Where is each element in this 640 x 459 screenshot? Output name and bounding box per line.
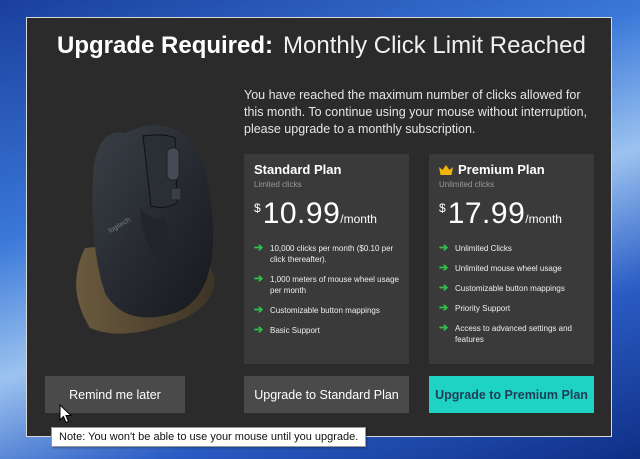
dialog-title: Upgrade Required: Monthly Click Limit Rea… xyxy=(57,32,586,60)
premium-feature-list: ➔ Unlimited Clicks ➔ Unlimited mouse wheel… xyxy=(439,243,584,345)
standard-feature-list: ➔ 10,000 clicks per month ($0.10 per clic… xyxy=(254,243,399,336)
list-item: ➔ 1,000 meters of mouse wheel usage per m… xyxy=(254,273,399,296)
upgrade-standard-button[interactable]: Upgrade to Standard Plan xyxy=(244,376,409,413)
premium-price-amount: 17.99 xyxy=(447,197,526,230)
premium-plan-name: Premium Plan xyxy=(458,162,545,177)
premium-currency: $ xyxy=(439,201,446,215)
list-item: ➔ Priority Support xyxy=(439,302,511,314)
list-item: ➔ Unlimited Clicks xyxy=(439,242,512,254)
standard-price-amount: 10.99 xyxy=(262,197,341,230)
list-item: ➔ Access to advanced settings and feature… xyxy=(439,322,572,345)
premium-plan-header: Premium Plan xyxy=(439,162,584,177)
premium-plan-card: Premium Plan Unlimited clicks $ 17.99 /m… xyxy=(429,154,594,364)
arrow-right-icon: ➔ xyxy=(439,282,449,294)
standard-plan-subtitle: Limited clicks xyxy=(254,180,302,189)
premium-price-period: /month xyxy=(525,212,562,226)
list-item: ➔ Customizable button mappings xyxy=(254,304,380,316)
crown-icon xyxy=(439,164,453,175)
arrow-right-icon: ➔ xyxy=(254,242,264,254)
standard-price-period: /month xyxy=(340,212,377,226)
upgrade-premium-button[interactable]: Upgrade to Premium Plan xyxy=(429,376,594,413)
arrow-right-icon: ➔ xyxy=(439,322,449,334)
list-item: ➔ Customizable button mappings xyxy=(439,282,565,294)
premium-plan-subtitle: Unlimited clicks xyxy=(439,180,495,189)
intro-text: You have reached the maximum number of c… xyxy=(244,88,588,136)
title-light: Monthly Click Limit Reached xyxy=(283,32,586,59)
arrow-right-icon: ➔ xyxy=(254,273,264,285)
arrow-right-icon: ➔ xyxy=(439,262,449,274)
standard-plan-card: Standard Plan Limited clicks $ 10.99 /mo… xyxy=(244,154,409,364)
standard-plan-name: Standard Plan xyxy=(254,162,342,177)
title-bold: Upgrade Required: xyxy=(57,32,274,59)
arrow-right-icon: ➔ xyxy=(254,324,264,336)
arrow-right-icon: ➔ xyxy=(439,242,449,254)
upgrade-dialog: Upgrade Required: Monthly Click Limit Rea… xyxy=(26,17,612,437)
tooltip-note: Note: You won't be able to use your mous… xyxy=(51,427,367,447)
logitech-mouse-icon: logitech xyxy=(76,125,215,334)
list-item: ➔ Basic Support xyxy=(254,324,320,336)
standard-currency: $ xyxy=(254,201,261,215)
standard-price: $ 10.99 /month xyxy=(254,199,399,233)
premium-price: $ 17.99 /month xyxy=(439,199,584,233)
arrow-right-icon: ➔ xyxy=(254,304,264,316)
pointer-cursor-icon xyxy=(59,404,73,424)
list-item: ➔ Unlimited mouse wheel usage xyxy=(439,262,562,274)
arrow-right-icon: ➔ xyxy=(439,302,449,314)
list-item: ➔ 10,000 clicks per month ($0.10 per clic… xyxy=(254,242,394,265)
